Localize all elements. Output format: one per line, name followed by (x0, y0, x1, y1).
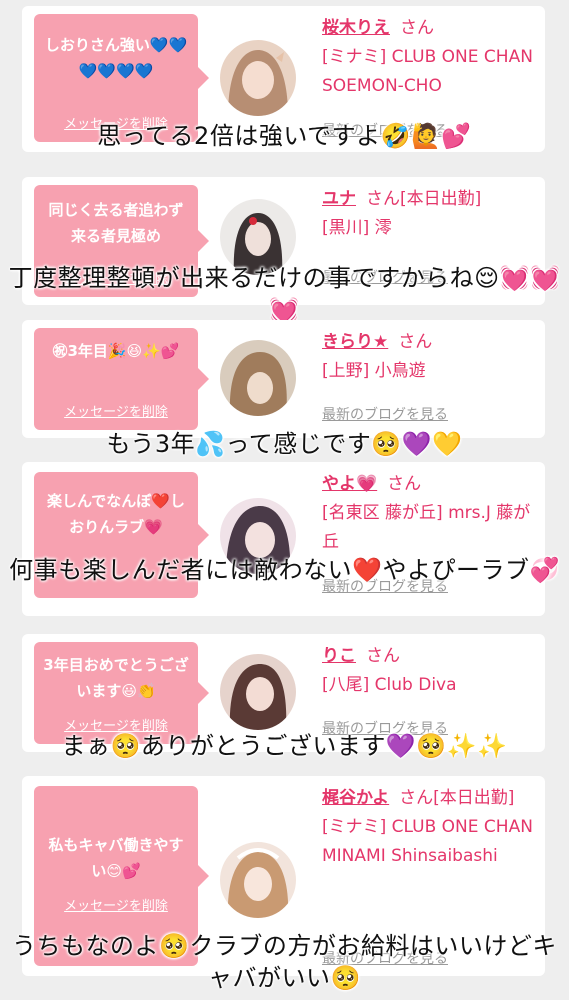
shop-name: [上野] 小鳥遊 (322, 361, 426, 381)
caption-overlay: もう3年💦って感じです🥺💜💛 (106, 430, 463, 458)
avatar[interactable] (220, 40, 296, 116)
avatar-photo (220, 340, 296, 416)
avatar[interactable] (220, 842, 296, 918)
caption-overlay: 丁度整理整頓が出来るだけの事ですからね😌💓💓💓 (8, 264, 561, 324)
honorific: さん[本日出勤] (366, 189, 482, 209)
message-card: 楽しんでなんぼ❤️しおりんラブ💗 やよ💗 さん [名東区 藤が丘] mrs.J 藤… (22, 462, 545, 616)
avatar-photo (220, 842, 296, 918)
sender-name-link[interactable]: 桜木りえ (322, 18, 390, 38)
shop-name: [黒川] 澪 (322, 218, 392, 238)
latest-blog-link[interactable]: 最新のブログを見る (322, 404, 448, 424)
sender-name-link[interactable]: ユナ (322, 189, 356, 209)
bubble-text: 3年目おめでとうございます😃👏 (43, 656, 189, 700)
delete-message-link[interactable]: メッセージを削除 (34, 401, 198, 420)
avatar[interactable] (220, 654, 296, 730)
caption-overlay: 何事も楽しんだ者には敵わない❤️やよぴーラブ💞 (9, 556, 560, 584)
honorific: さん (387, 474, 422, 494)
honorific: さん (398, 332, 433, 352)
honorific: さん (400, 18, 434, 38)
sender-info: ユナ さん[本日出勤] [黒川] 澪 (322, 185, 537, 243)
sender-info: 桜木りえ さん [ミナミ] CLUB ONE CHAN SOEMON-CHO (322, 14, 537, 101)
sender-info: きらり★ さん [上野] 小鳥遊 (322, 328, 537, 386)
message-bubble: ㊗3年目🎉😆✨💕 メッセージを削除 (34, 328, 209, 430)
sender-name-link[interactable]: きらり★ (322, 332, 388, 352)
shop-name: [八尾] Club Diva (322, 675, 457, 695)
avatar-photo (220, 40, 296, 116)
bubble-text: しおりさん強い💙💙💙💙💙💙 (44, 36, 188, 80)
caption-overlay: うちもなのよ🥺クラブの方がお給料はいいけどキャバがいい🥺 (12, 932, 557, 992)
avatar-photo (220, 654, 296, 730)
sender-info: りこ さん [八尾] Club Diva (322, 642, 537, 700)
delete-message-link[interactable]: メッセージを削除 (34, 895, 198, 914)
honorific: さん (366, 646, 400, 666)
sender-name-link[interactable]: りこ (322, 646, 356, 666)
bubble-text: 楽しんでなんぼ❤️しおりんラブ💗 (47, 492, 185, 536)
sender-info: 梶谷かよ さん[本日出勤] [ミナミ] CLUB ONE CHAN MINAMI … (322, 784, 537, 871)
shop-name: [ミナミ] CLUB ONE CHAN SOEMON-CHO (322, 47, 533, 96)
shop-name: [名東区 藤が丘] mrs.J 藤が丘 (322, 503, 531, 552)
message-card: ㊗3年目🎉😆✨💕 メッセージを削除 きらり★ さん [上野] 小鳥遊 最新のブログ… (22, 320, 545, 438)
sender-name-link[interactable]: やよ💗 (322, 474, 377, 494)
message-bubble: 3年目おめでとうございます😃👏 メッセージを削除 (34, 642, 209, 744)
bubble-text: 私もキャバ働きやすい😊💕 (48, 836, 184, 880)
shop-name: [ミナミ] CLUB ONE CHAN MINAMI Shinsaibashi (322, 817, 533, 866)
avatar[interactable] (220, 340, 296, 416)
sender-info: やよ💗 さん [名東区 藤が丘] mrs.J 藤が丘 (322, 470, 537, 557)
caption-overlay: 思ってる2倍は強いですよ🤣🙋💕 (97, 122, 472, 150)
sender-name-link[interactable]: 梶谷かよ (322, 788, 389, 808)
caption-overlay: まぁ🥺ありがとうございます💜🥺✨✨ (61, 732, 508, 760)
bubble-text: 同じく去る者追わず来る者見極め (48, 201, 184, 245)
bubble-text: ㊗3年目🎉😆✨💕 (52, 342, 180, 360)
honorific: さん[本日出勤] (399, 788, 515, 808)
